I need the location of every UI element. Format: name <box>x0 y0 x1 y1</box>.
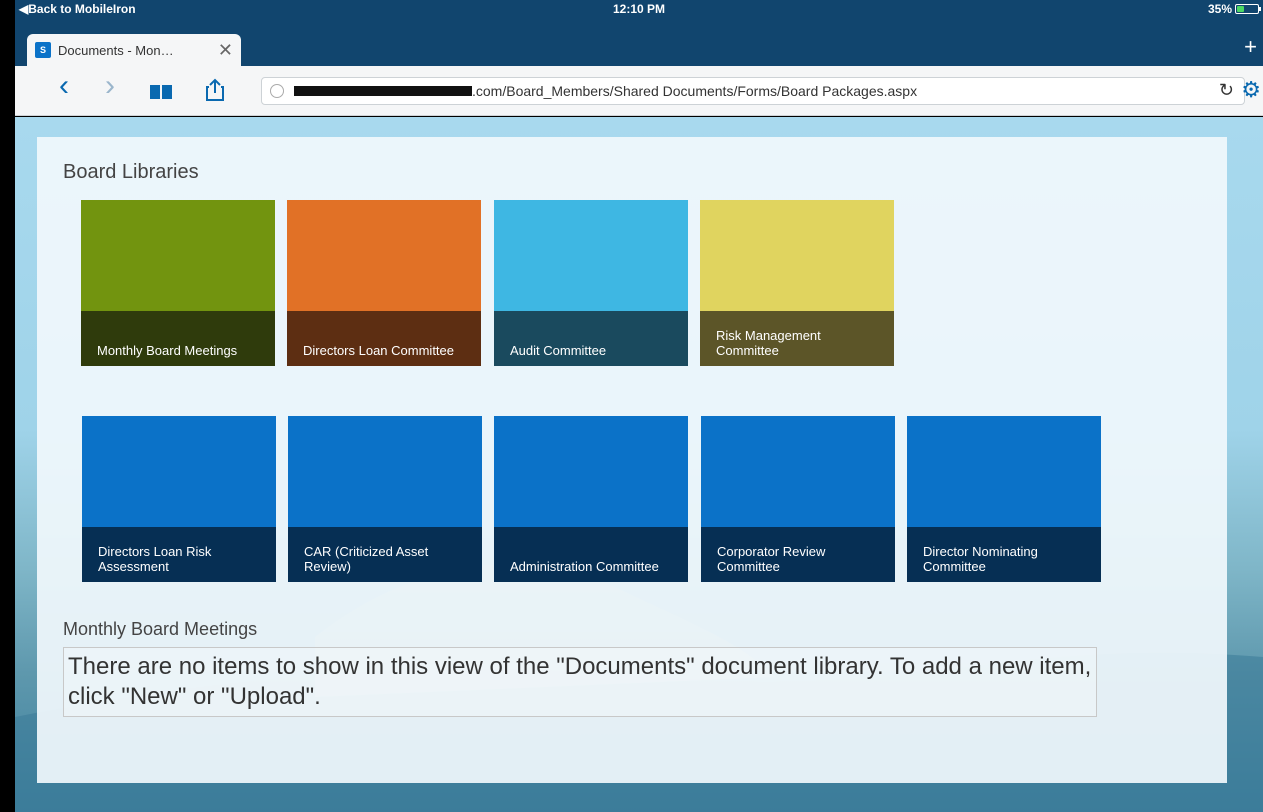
library-tile-label: Monthly Board Meetings <box>81 311 275 366</box>
url-text: .com/Board_Members/Shared Documents/Form… <box>472 83 918 99</box>
library-tile[interactable]: Directors Loan Committee <box>287 200 481 366</box>
battery-percent: 35% <box>1207 2 1232 16</box>
reload-icon[interactable]: ↻ <box>1219 80 1234 101</box>
browser-toolbar: ‹ › .com/Board_Members/Shared Documents/… <box>15 66 1263 116</box>
new-tab-button[interactable]: + <box>1244 36 1257 58</box>
browser-tab[interactable]: S Documents - Mon… ✕ <box>27 34 241 66</box>
tab-title: Documents - Mon… <box>58 42 174 58</box>
library-tile-label: Audit Committee <box>494 311 688 366</box>
board-libraries-panel: Board Libraries Monthly Board Meetings Di… <box>37 137 1227 783</box>
back-button[interactable]: ‹ <box>59 71 69 101</box>
tab-strip: S Documents - Mon… ✕ + <box>15 18 1263 66</box>
share-icon[interactable] <box>205 78 225 109</box>
close-tab-icon[interactable]: ✕ <box>218 41 233 59</box>
library-tile[interactable]: CAR (Criticized Asset Review) <box>288 416 482 582</box>
sharepoint-icon: S <box>35 42 51 58</box>
empty-list-message: There are no items to show in this view … <box>63 647 1097 717</box>
clock: 12:10 PM <box>612 2 666 16</box>
page-content: Board Libraries Monthly Board Meetings Di… <box>15 117 1263 812</box>
library-tile-label: Directors Loan Risk Assessment <box>82 527 276 582</box>
battery-fill <box>1237 6 1244 12</box>
library-tile[interactable]: Risk Management Committee <box>700 200 894 366</box>
library-tile[interactable]: Monthly Board Meetings <box>81 200 275 366</box>
library-tile-label: Risk Management Committee <box>700 311 894 366</box>
library-tile[interactable]: Corporator Review Committee <box>701 416 895 582</box>
page-title: Board Libraries <box>63 161 199 183</box>
redacted-host <box>294 86 472 96</box>
library-tile-label: Administration Committee <box>494 527 688 582</box>
forward-button[interactable]: › <box>105 71 115 101</box>
library-tile-label: Director Nominating Committee <box>907 527 1101 582</box>
library-tile[interactable]: Directors Loan Risk Assessment <box>82 416 276 582</box>
gear-icon[interactable]: ⚙ <box>1241 79 1261 101</box>
ipad-screen: ◀Back to MobileIron 12:10 PM 35% S Docum… <box>15 0 1263 812</box>
library-tile[interactable]: Audit Committee <box>494 200 688 366</box>
library-tile-label: Directors Loan Committee <box>287 311 481 366</box>
library-tile[interactable]: Director Nominating Committee <box>907 416 1101 582</box>
section-title: Monthly Board Meetings <box>63 619 258 639</box>
address-bar[interactable]: .com/Board_Members/Shared Documents/Form… <box>261 77 1245 105</box>
battery-indicator: 35% <box>1207 2 1261 16</box>
status-bar: ◀Back to MobileIron 12:10 PM 35% <box>15 0 1263 18</box>
library-tile-label: CAR (Criticized Asset Review) <box>288 527 482 582</box>
site-icon <box>270 84 284 98</box>
library-tile[interactable]: Administration Committee <box>494 416 688 582</box>
bookmarks-icon[interactable] <box>149 80 173 108</box>
library-tile-label: Corporator Review Committee <box>701 527 895 582</box>
battery-icon <box>1235 4 1261 14</box>
